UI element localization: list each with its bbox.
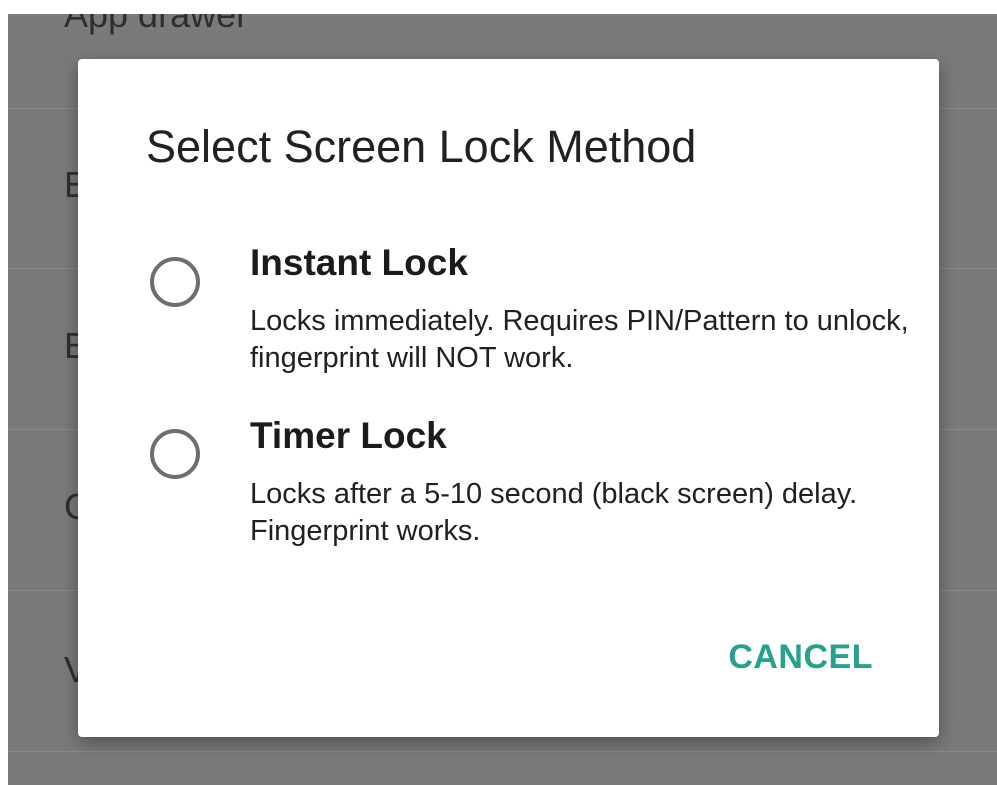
radio-unchecked-icon[interactable] <box>150 257 200 307</box>
dialog-title: Select Screen Lock Method <box>146 121 697 172</box>
option-timer-lock[interactable]: Timer Lock Locks after a 5-10 second (bl… <box>78 415 939 555</box>
screen-lock-dialog: Select Screen Lock Method Instant Lock L… <box>78 59 939 737</box>
cancel-button[interactable]: CANCEL <box>728 638 873 677</box>
radio-unchecked-icon[interactable] <box>150 429 200 479</box>
option-description: Locks after a 5-10 second (black screen)… <box>250 478 858 547</box>
option-description: Locks immediately. Requires PIN/Pattern … <box>250 305 909 374</box>
option-instant-lock[interactable]: Instant Lock Locks immediately. Requires… <box>78 242 939 382</box>
option-title: Timer Lock <box>250 415 447 456</box>
screen: App drawer E E C V Select Screen Lock Me… <box>0 0 997 785</box>
option-title: Instant Lock <box>250 242 468 283</box>
